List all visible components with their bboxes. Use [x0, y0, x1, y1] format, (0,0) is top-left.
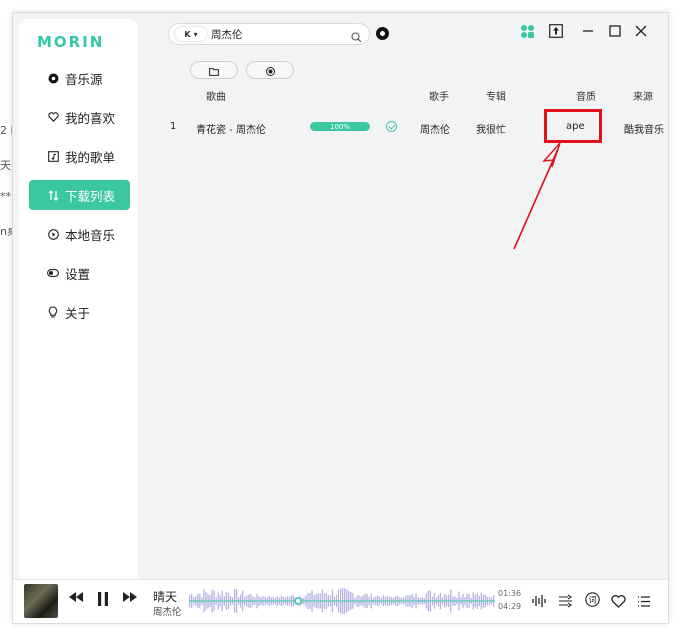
app-logo: MORIN — [37, 33, 105, 51]
album-cover[interactable] — [24, 584, 58, 618]
now-playing-title: 晴天 — [153, 590, 178, 604]
playlist-menu-icon[interactable] — [637, 593, 651, 612]
header-album[interactable]: 专辑 — [486, 88, 506, 103]
sidebar: MORIN 音乐源 我的喜欢 我的歌单 下载列表 本地音乐 设置 关于 — [19, 19, 138, 582]
sidebar-item-label: 设置 — [65, 266, 91, 282]
record-toggle-button[interactable] — [246, 61, 294, 79]
heart-icon — [47, 111, 59, 123]
annotation-arrow — [513, 142, 561, 250]
toggle-icon — [47, 267, 59, 279]
sidebar-item-favorites[interactable]: 我的喜欢 — [29, 102, 130, 132]
sidebar-item-settings[interactable]: 设置 — [29, 258, 130, 288]
search-input[interactable]: 周杰伦 — [211, 27, 243, 42]
playlist-icon — [47, 150, 59, 162]
open-folder-button[interactable] — [190, 61, 238, 79]
play-circle-icon — [47, 228, 59, 240]
sidebar-item-downloads[interactable]: 下载列表 — [29, 180, 130, 210]
waveform-progress[interactable] — [189, 586, 495, 616]
sidebar-item-local-music[interactable]: 本地音乐 — [29, 219, 130, 249]
sidebar-item-label: 本地音乐 — [65, 227, 116, 243]
search-icon[interactable] — [351, 28, 362, 47]
row-singer: 周杰伦 — [420, 125, 450, 136]
background-fragment: n桌 — [0, 225, 12, 238]
pause-icon[interactable] — [97, 591, 109, 607]
check-icon — [386, 121, 397, 132]
sidebar-item-playlists[interactable]: 我的歌单 — [29, 141, 130, 171]
record-icon[interactable] — [376, 27, 389, 40]
now-playing-singer: 周杰伦 — [153, 607, 182, 618]
chevron-down-icon: ▾ — [193, 29, 198, 39]
lyrics-icon[interactable]: 词 — [585, 592, 600, 611]
background-fragment: 天 — [0, 159, 11, 172]
header-quality[interactable]: 音质 — [576, 88, 596, 103]
sidebar-item-label: 下载列表 — [65, 188, 116, 204]
main-panel: K ▾ 周杰伦 歌曲 歌手 专辑 音质 来源 1 青花瓷 - 周杰伦 100% … — [148, 13, 668, 623]
row-song: 青花瓷 - 周杰伦 — [196, 125, 266, 136]
highlight-box — [544, 109, 602, 143]
shuffle-icon[interactable] — [558, 593, 573, 612]
search-bar[interactable]: K ▾ 周杰伦 — [168, 23, 370, 45]
close-icon[interactable] — [633, 23, 649, 39]
header-singer[interactable]: 歌手 — [429, 88, 449, 103]
progress-knob[interactable] — [294, 597, 302, 605]
sidebar-item-music-source[interactable]: 音乐源 — [29, 63, 130, 93]
record-icon — [265, 61, 275, 80]
theme-icon[interactable] — [519, 23, 535, 39]
background-fragment: 2 M — [0, 124, 12, 137]
current-time: 01:36 — [498, 589, 522, 598]
bulb-icon — [47, 306, 59, 318]
minimize-icon[interactable] — [580, 23, 596, 39]
svg-text:词: 词 — [589, 596, 597, 605]
maximize-icon[interactable] — [607, 23, 623, 39]
next-icon[interactable] — [123, 592, 137, 602]
mini-mode-icon[interactable] — [548, 23, 564, 39]
source-badge: K — [184, 29, 191, 39]
background-fragment: ** — [0, 190, 11, 203]
total-time: 04:29 — [498, 602, 522, 611]
player-bar: 晴天 周杰伦 01:36 04:29 词 — [13, 579, 668, 623]
row-index: 1 — [170, 121, 177, 132]
header-source[interactable]: 来源 — [633, 88, 653, 103]
heart-icon[interactable] — [611, 593, 626, 612]
equalizer-icon[interactable] — [532, 593, 546, 612]
sort-icon — [47, 189, 59, 201]
row-source: 酷我音乐 — [624, 125, 664, 136]
header-song[interactable]: 歌曲 — [206, 88, 226, 103]
sidebar-item-about[interactable]: 关于 — [29, 297, 130, 327]
source-selector[interactable]: K ▾ — [175, 27, 207, 41]
download-progress: 100% — [310, 122, 370, 131]
sidebar-item-label: 关于 — [65, 305, 91, 321]
folder-icon — [209, 61, 219, 80]
previous-icon[interactable] — [69, 592, 83, 602]
disc-icon — [47, 72, 59, 84]
sidebar-item-label: 我的歌单 — [65, 149, 116, 165]
sidebar-item-label: 我的喜欢 — [65, 110, 116, 126]
row-album: 我很忙 — [476, 125, 506, 136]
progress-label: 100% — [329, 122, 350, 131]
sidebar-item-label: 音乐源 — [65, 71, 103, 87]
app-window: MORIN 音乐源 我的喜欢 我的歌单 下载列表 本地音乐 设置 关于 K ▾ … — [12, 12, 669, 624]
